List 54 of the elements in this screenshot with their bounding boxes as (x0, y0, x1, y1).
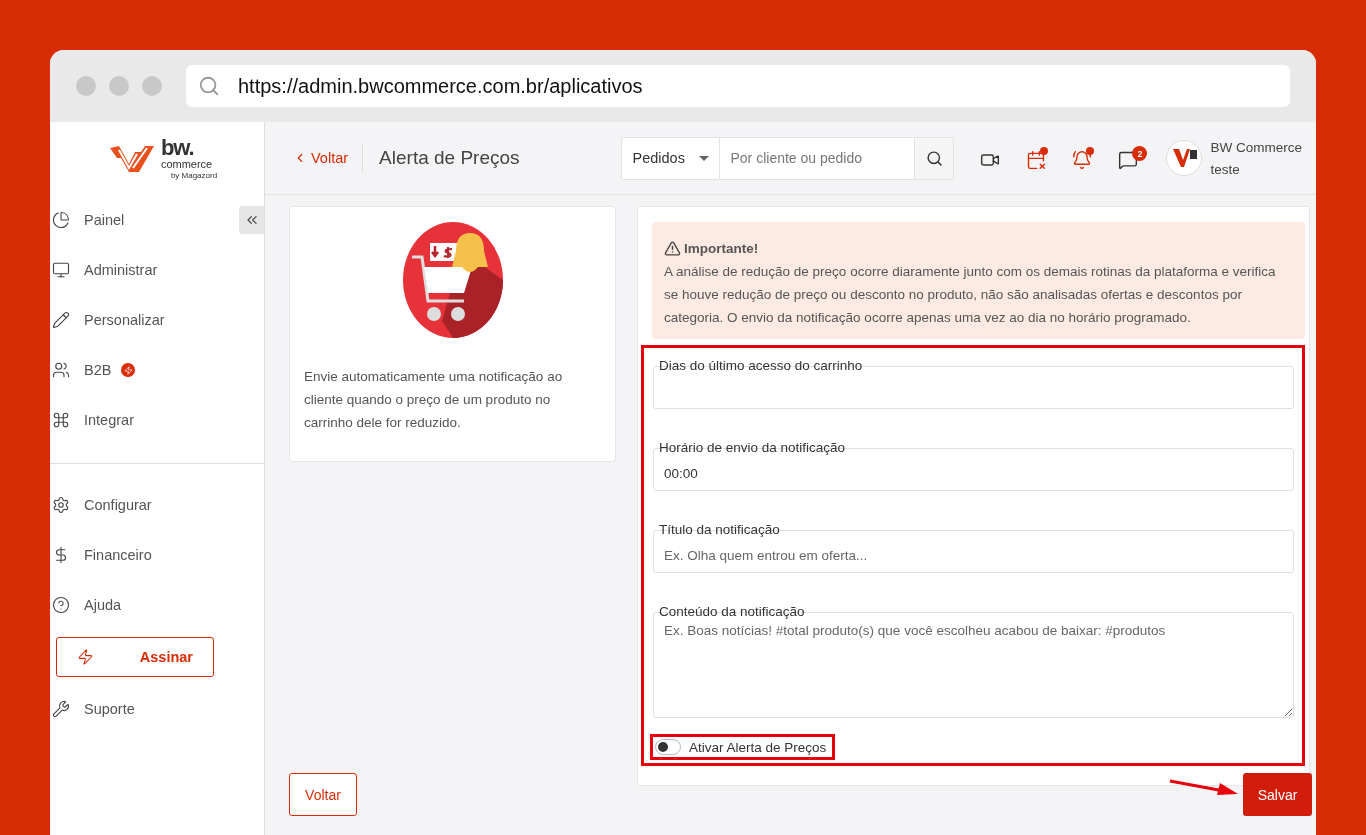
window-dot (142, 76, 162, 96)
back-link[interactable]: Voltar (293, 143, 364, 173)
back-button[interactable]: Voltar (289, 773, 357, 816)
toggle-label: Ativar Alerta de Preços (689, 739, 827, 755)
lightning-icon (77, 648, 94, 666)
sidebar-item[interactable]: B2B (50, 345, 234, 395)
help-icon (52, 596, 70, 614)
url-text: https://admin.bwcommerce.com.br/aplicativos (238, 74, 643, 98)
settings-icon (52, 496, 70, 514)
chat-icon (1118, 150, 1139, 170)
field-label: Dias do último acesso do carrinho (659, 358, 864, 374)
app-description: Envie automaticamente uma notificação ao cliente quando o preço de um produto no carrinho dele for reduzido. (304, 368, 564, 432)
search-button[interactable] (914, 136, 955, 180)
sidebar-item[interactable]: Painel (50, 195, 234, 245)
pencil-icon (52, 311, 70, 329)
notice-title: Importante! (684, 240, 759, 258)
logo-byline: by Magazord (170, 172, 218, 180)
arrow-icon (1168, 778, 1240, 796)
sidebar-item[interactable]: Personalizar (50, 295, 234, 345)
collapse-button[interactable] (239, 206, 264, 234)
window-dot (76, 76, 96, 96)
user-subtitle: teste (1210, 161, 1241, 177)
user-name: BW Commerce (1210, 139, 1302, 155)
sidebar-item[interactable]: Ajuda (50, 580, 234, 630)
scope-dropdown[interactable]: Pedidos (621, 136, 721, 180)
sidebar-item[interactable]: Configurar (50, 480, 234, 530)
search-field[interactable]: Por cliente ou pedido (720, 136, 915, 180)
count-badge: 2 (1132, 146, 1148, 161)
sidebar-item[interactable]: Suporte (50, 684, 234, 734)
monitor-icon (52, 261, 70, 279)
bell-icon (1072, 150, 1093, 170)
page-title: Alerta de Preços (379, 147, 521, 169)
logo-text: bw. (160, 137, 195, 159)
subscribe-button[interactable]: Assinar (56, 637, 214, 677)
pie-chart-icon (52, 211, 70, 229)
save-button[interactable]: Salvar (1243, 773, 1312, 816)
sidebar-item[interactable]: Financeiro (50, 530, 234, 580)
users-icon (52, 361, 70, 379)
wrench-icon (52, 700, 70, 718)
logo-subtext: commerce (160, 159, 214, 170)
avatar-icon (1166, 140, 1203, 176)
warning-icon (664, 240, 681, 257)
cart-bell-icon (401, 221, 504, 339)
search-icon (926, 149, 943, 167)
chat-button[interactable]: 2 (1118, 146, 1147, 170)
window-dot (109, 76, 129, 96)
sidebar-item[interactable]: Administrar (50, 245, 234, 295)
search-icon (198, 75, 220, 97)
sidebar-item[interactable]: Integrar (50, 395, 234, 445)
address-bar[interactable]: https://admin.bwcommerce.com.br/aplicativos (186, 65, 1290, 107)
notice-text: A análise de redução de preço ocorre diaramente junto com os demais rotinas da plataforma e verifica se houve redução de preço ou desconto no produto, não são analisadas ofertas e descontos por categoria. O envio da notificação ocorre apenas uma vez ao dia no horário programado. (664, 263, 1277, 327)
command-icon (52, 411, 70, 429)
calendar-icon (1026, 150, 1047, 170)
toggle-switch[interactable] (655, 739, 681, 755)
